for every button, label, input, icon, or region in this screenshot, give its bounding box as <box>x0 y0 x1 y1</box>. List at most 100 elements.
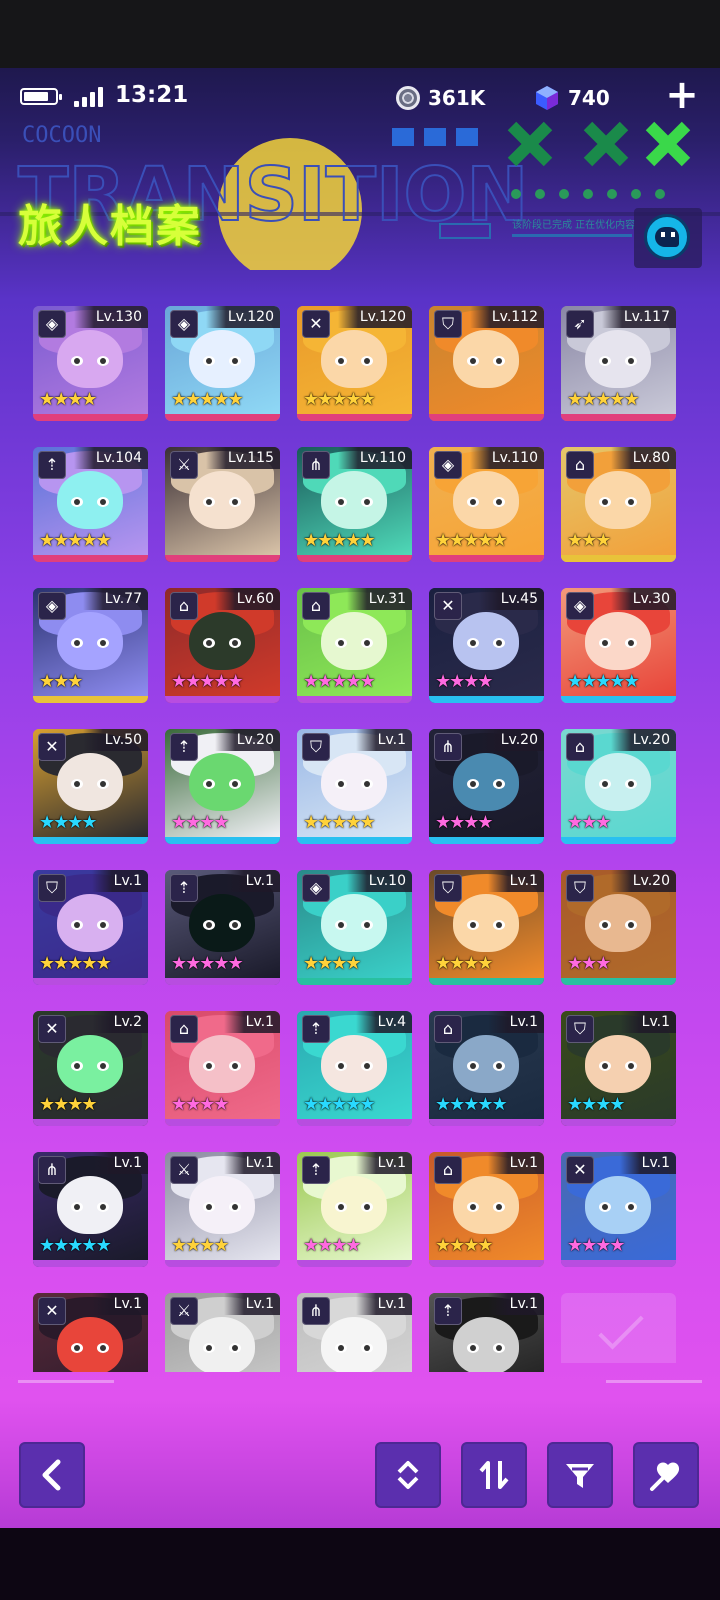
character-face <box>57 612 123 670</box>
character-card[interactable]: ⚔ Lv.115 <box>165 447 280 562</box>
character-card[interactable]: ⇡ Lv.1 ★ ★ ★ ★ <box>297 1152 412 1267</box>
character-card[interactable]: ✕ Lv.2 ★ ★ ★ ★ <box>33 1011 148 1126</box>
star-icon: ★ <box>359 530 376 551</box>
rarity-bar <box>561 837 676 844</box>
star-rating: ★ ★ ★ ★ ★ <box>171 671 244 692</box>
star-icon: ★ <box>95 530 112 551</box>
character-card[interactable]: ⋔ Lv.110 ★ ★ ★ ★ ★ <box>297 447 412 562</box>
character-card[interactable]: ⛉ Lv.1 ★ ★ ★ ★ ★ <box>33 870 148 985</box>
eye <box>599 497 611 507</box>
character-card[interactable]: ⌂ Lv.1 ★ ★ ★ ★ <box>429 1152 544 1267</box>
level-label: Lv.1 <box>487 1011 544 1033</box>
character-card[interactable]: ⇡ Lv.4 ★ ★ ★ ★ ★ <box>297 1011 412 1126</box>
rarity-bar <box>297 696 412 703</box>
character-card[interactable]: ⌂ Lv.80 ★ ★ ★ <box>561 447 676 562</box>
star-icon: ★ <box>359 389 376 410</box>
star-rating: ★ ★ ★ <box>39 672 83 692</box>
character-grid[interactable]: ◈ Lv.130 ★ ★ ★ ★ ◈ Lv.120 ★ ★ ★ ★ ★ ✕ Lv.120 ★ ★ ★ ★ ★ ⛉ Lv.1… <box>33 306 693 1372</box>
diamond-icon: ◈ <box>38 592 66 620</box>
clock: 13:21 <box>115 82 189 108</box>
character-card[interactable]: ⛉ Lv.112 <box>429 306 544 421</box>
eye <box>97 1061 109 1071</box>
character-card[interactable]: ✕ Lv.1 <box>33 1293 148 1372</box>
eye <box>229 356 241 366</box>
level-label: Lv.1 <box>487 870 544 892</box>
avatar-icon <box>644 214 690 260</box>
rarity-bar <box>33 555 148 562</box>
eye <box>493 920 505 930</box>
trident-icon: ⋔ <box>302 451 330 479</box>
character-card[interactable]: ✕ Lv.1 ★ ★ ★ ★ <box>561 1152 676 1267</box>
character-card[interactable]: ⇡ Lv.20 ★ ★ ★ ★ <box>165 729 280 844</box>
character-card[interactable]: ⋔ Lv.1 ★ ★ ★ ★ ★ <box>33 1152 148 1267</box>
dagger-icon: ⚔ <box>170 451 198 479</box>
character-card[interactable]: ◈ Lv.120 ★ ★ ★ ★ ★ <box>165 306 280 421</box>
character-card[interactable]: ➶ Lv.117 ★ ★ ★ ★ ★ <box>561 306 676 421</box>
character-card[interactable]: ✕ Lv.50 ★ ★ ★ ★ <box>33 729 148 844</box>
swap-order-button[interactable] <box>461 1442 527 1508</box>
character-card[interactable]: ⌂ Lv.31 ★ ★ ★ ★ ★ <box>297 588 412 703</box>
shield-icon: ⛉ <box>434 310 462 338</box>
add-currency-button[interactable]: + <box>664 75 700 115</box>
level-label: Lv.1 <box>619 1152 676 1174</box>
star-icon: ★ <box>227 671 244 692</box>
filter-button[interactable] <box>547 1442 613 1508</box>
eye <box>97 920 109 930</box>
character-card[interactable]: ⌂ Lv.1 ★ ★ ★ ★ ★ <box>429 1011 544 1126</box>
eye <box>625 779 637 789</box>
star-icon: ★ <box>213 1094 230 1115</box>
character-card[interactable]: ◈ Lv.110 ★ ★ ★ ★ ★ <box>429 447 544 562</box>
level-label: Lv.1 <box>223 870 280 892</box>
character-card[interactable]: ✕ Lv.120 ★ ★ ★ ★ ★ <box>297 306 412 421</box>
character-card[interactable]: ⇡ Lv.104 ★ ★ ★ ★ ★ <box>33 447 148 562</box>
gem-amount: 740 <box>568 86 610 110</box>
character-card[interactable]: ◈ Lv.77 ★ ★ ★ <box>33 588 148 703</box>
crossbow-icon: ⇡ <box>170 874 198 902</box>
rarity-bar <box>429 1119 544 1126</box>
character-card[interactable]: ⋔ Lv.1 <box>297 1293 412 1372</box>
level-label: Lv.77 <box>82 588 148 610</box>
character-card[interactable]: ◈ Lv.30 ★ ★ ★ ★ ★ <box>561 588 676 703</box>
character-card[interactable]: ⚔ Lv.1 <box>165 1293 280 1372</box>
star-rating: ★ ★ ★ <box>567 813 611 833</box>
character-card[interactable]: ◈ Lv.10 ★ ★ ★ ★ <box>297 870 412 985</box>
sort-button[interactable] <box>375 1442 441 1508</box>
character-card[interactable]: ⇡ Lv.1 <box>429 1293 544 1372</box>
star-rating: ★ ★ ★ ★ <box>435 813 494 833</box>
eye <box>203 1202 215 1212</box>
character-face <box>189 612 255 670</box>
character-card[interactable]: ◈ Lv.130 ★ ★ ★ ★ <box>33 306 148 421</box>
character-card[interactable]: ⌂ Lv.60 ★ ★ ★ ★ ★ <box>165 588 280 703</box>
character-card[interactable]: ⌂ Lv.1 ★ ★ ★ ★ <box>165 1011 280 1126</box>
house-icon: ⌂ <box>434 1156 462 1184</box>
battery-icon <box>20 88 62 105</box>
character-face <box>585 894 651 952</box>
profile-avatar-button[interactable] <box>634 208 702 268</box>
character-card[interactable]: ⛉ Lv.1 ★ ★ ★ ★ ★ <box>297 729 412 844</box>
star-icon: ★ <box>609 1094 626 1115</box>
trident-icon: ⋔ <box>434 733 462 761</box>
star-rating: ★ ★ ★ ★ ★ <box>303 389 376 410</box>
character-card[interactable]: ⛉ Lv.1 ★ ★ ★ ★ <box>561 1011 676 1126</box>
character-card[interactable]: ⛉ Lv.1 ★ ★ ★ ★ <box>429 870 544 985</box>
level-label: Lv.1 <box>355 1152 412 1174</box>
character-card[interactable]: ⋔ Lv.20 ★ ★ ★ ★ <box>429 729 544 844</box>
character-card[interactable]: ⇡ Lv.1 ★ ★ ★ ★ ★ <box>165 870 280 985</box>
star-rating: ★ ★ ★ ★ <box>39 390 98 410</box>
gem-counter[interactable]: 740 <box>534 84 610 112</box>
coin-counter[interactable]: 361K <box>396 84 485 112</box>
eye <box>203 638 215 648</box>
character-face <box>321 1035 387 1093</box>
character-card[interactable]: ⌂ Lv.20 ★ ★ ★ <box>561 729 676 844</box>
character-card[interactable]: ⛉ Lv.20 ★ ★ ★ <box>561 870 676 985</box>
character-face <box>57 894 123 952</box>
favorite-button[interactable] <box>633 1442 699 1508</box>
eye <box>97 1343 109 1353</box>
character-face <box>189 1317 255 1372</box>
back-button[interactable] <box>19 1442 85 1508</box>
character-card[interactable]: ⚔ Lv.1 ★ ★ ★ ★ <box>165 1152 280 1267</box>
level-label: Lv.80 <box>610 447 676 469</box>
eye <box>203 356 215 366</box>
character-card[interactable]: ✕ Lv.45 ★ ★ ★ ★ <box>429 588 544 703</box>
rarity-bar <box>297 1260 412 1267</box>
